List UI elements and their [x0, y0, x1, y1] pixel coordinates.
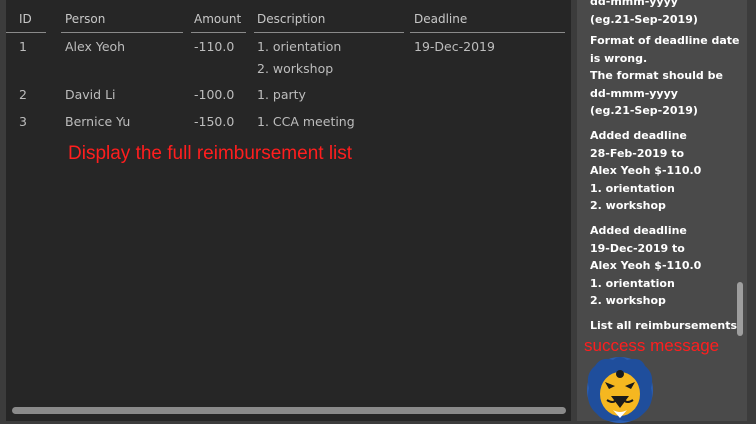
row-person: David Li — [65, 87, 116, 102]
column-divider — [191, 32, 246, 33]
vertical-scrollbar-thumb[interactable] — [737, 282, 743, 336]
row-description-line: 1. orientation — [257, 39, 342, 54]
log-entry: Added deadline 19-Dec-2019 to Alex Yeoh … — [590, 224, 702, 307]
reimbursement-table: ID Person Amount Description Deadline 1 … — [6, 0, 571, 421]
column-divider — [61, 32, 183, 33]
row-amount: -110.0 — [194, 39, 235, 54]
table-row[interactable]: 3 Bernice Yu -150.0 1. CCA meeting — [6, 111, 571, 137]
log-entry: Added deadline 28-Feb-2019 to Alex Yeoh … — [590, 129, 702, 212]
column-header-id[interactable]: ID — [19, 12, 32, 26]
row-description-line: 1. party — [257, 87, 306, 102]
row-id: 2 — [19, 87, 27, 102]
row-person: Alex Yeoh — [65, 39, 126, 54]
row-id: 3 — [19, 114, 27, 129]
lion-mascot-icon — [587, 357, 653, 423]
column-header-description[interactable]: Description — [257, 12, 325, 26]
horizontal-scrollbar-thumb[interactable] — [12, 407, 566, 414]
log-entry: dd-mmm-yyyy (eg.21-Sep-2019) — [590, 0, 698, 26]
table-row[interactable]: 2 David Li -100.0 1. party — [6, 84, 571, 110]
row-id: 1 — [19, 39, 27, 54]
column-divider — [254, 32, 404, 33]
column-divider — [6, 32, 46, 33]
row-description-line: 2. workshop — [257, 61, 334, 76]
column-header-person[interactable]: Person — [65, 12, 105, 26]
table-header-row: ID Person Amount Description Deadline — [6, 0, 571, 34]
column-divider — [410, 32, 565, 33]
row-description-line: 1. CCA meeting — [257, 114, 355, 129]
row-amount: -150.0 — [194, 114, 235, 129]
row-person: Bernice Yu — [65, 114, 131, 129]
column-header-amount[interactable]: Amount — [194, 12, 241, 26]
log-entry: List all reimbursements. — [590, 319, 742, 332]
list-caption-annotation: Display the full reimbursement list — [68, 143, 353, 164]
row-deadline: 19-Dec-2019 — [414, 39, 495, 54]
column-header-deadline[interactable]: Deadline — [414, 12, 467, 26]
table-row[interactable]: 1 Alex Yeoh -110.0 1. orientation 2. wor… — [6, 36, 571, 84]
row-amount: -100.0 — [194, 87, 235, 102]
log-entry: Format of deadline date is wrong. The fo… — [590, 34, 740, 117]
